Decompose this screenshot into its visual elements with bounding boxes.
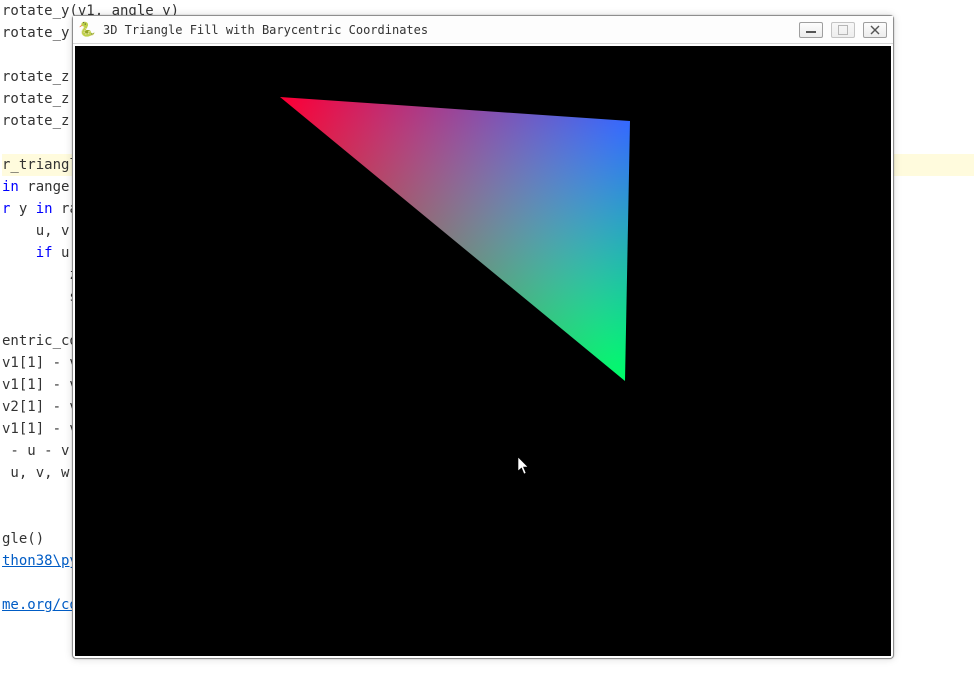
code-line: v2[1] - v (2, 399, 78, 415)
pygame-icon: 🐍 (79, 22, 95, 38)
console-line: me.org/co (2, 597, 78, 613)
code-line: v1[1] - v (2, 421, 78, 437)
code-line: v1[1] - v (2, 355, 78, 371)
code-line: - u - v (2, 443, 69, 459)
code-line: rotate_y( (2, 25, 78, 41)
code-line: range( (27, 179, 78, 195)
code-line: v1[1] - v (2, 377, 78, 393)
maximize-icon (838, 25, 848, 35)
render-canvas[interactable] (75, 46, 891, 656)
code-line: entric_co (2, 333, 78, 349)
triangle-render (75, 46, 891, 656)
window-title: 3D Triangle Fill with Barycentric Coordi… (103, 23, 799, 37)
titlebar[interactable]: 🐍 3D Triangle Fill with Barycentric Coor… (73, 16, 893, 44)
code-line: u, v, w (2, 465, 69, 481)
close-icon (870, 25, 880, 35)
window-controls (799, 22, 887, 38)
close-button[interactable] (863, 22, 887, 38)
console-line: gle() (2, 531, 44, 547)
minimize-icon (806, 26, 816, 34)
maximize-button[interactable] (831, 22, 855, 38)
pygame-window: 🐍 3D Triangle Fill with Barycentric Coor… (72, 15, 894, 659)
minimize-button[interactable] (799, 22, 823, 38)
